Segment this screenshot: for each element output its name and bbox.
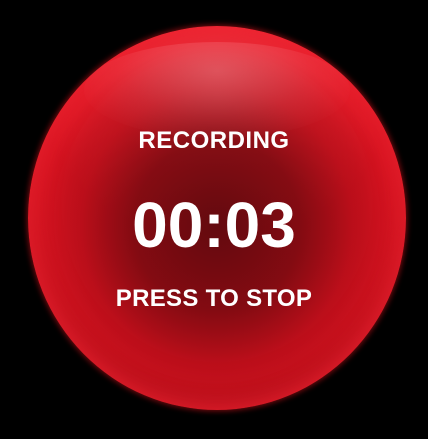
button-gloss-highlight — [84, 42, 350, 138]
recorder-screen: RECORDING 00:03 PRESS TO STOP — [0, 0, 428, 439]
stop-recording-button[interactable] — [28, 26, 406, 410]
